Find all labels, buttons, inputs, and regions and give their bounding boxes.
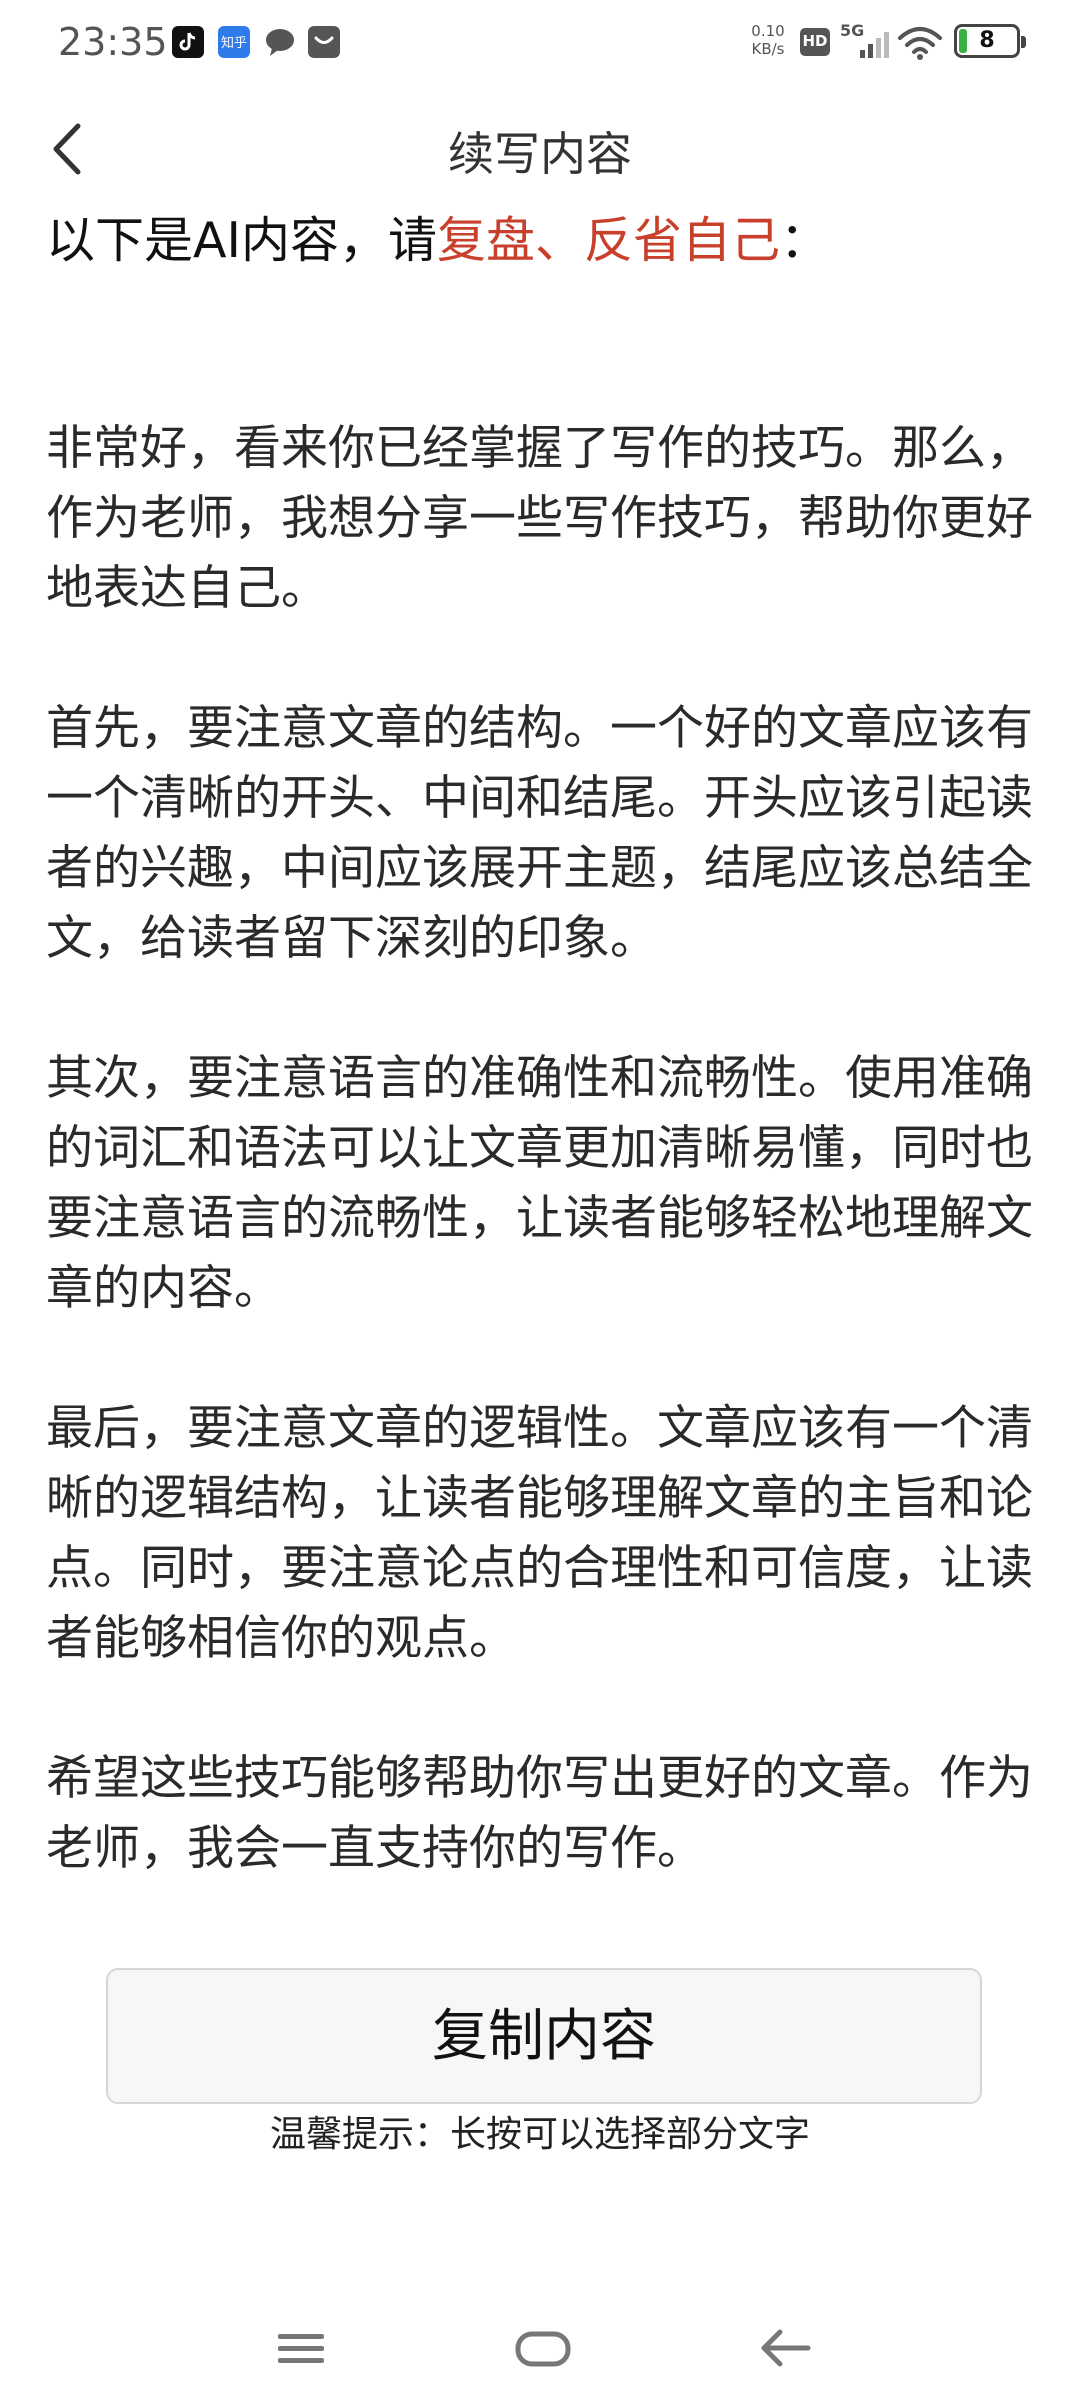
menu-icon (278, 2334, 324, 2363)
page-title: 续写内容 (448, 127, 632, 181)
content-paragraph-4: 最后，要注意文章的逻辑性。文章应该有一个清晰的逻辑结构，让读者能够理解文章的主旨… (46, 1401, 1033, 1666)
battery-level: 8 (979, 28, 995, 53)
top-bar: 续写内容 (0, 100, 1080, 210)
content-paragraph-3: 其次，要注意语言的准确性和流畅性。使用准确的词汇和语法可以让文章更加清晰易懂，同… (46, 1051, 1033, 1316)
hd-label: HD (802, 32, 828, 50)
system-back-button[interactable] (750, 2318, 820, 2378)
intro-suffix: ： (780, 212, 830, 269)
tip-text: 温馨提示：长按可以选择部分文字 (269, 2114, 810, 2155)
intro-highlight: 复盘、反省自己 (436, 212, 780, 269)
copy-content-button[interactable]: 复制内容 (106, 1968, 982, 2104)
net-speed-unit: KB/s (751, 40, 785, 58)
content-paragraph-5: 希望这些技巧能够帮助你写出更好的文章。作为老师，我会一直支持你的写作。 (46, 1751, 1033, 1876)
ai-content-text[interactable]: 非常好，看来你已经掌握了写作的技巧。那么，作为老师，我想分享一些写作技巧，帮助你… (46, 414, 1036, 1884)
zhihu-icon-label: 知乎 (220, 36, 247, 51)
wifi-icon (898, 26, 942, 60)
signal-icon: 5G (840, 22, 890, 62)
tiktok-icon (172, 26, 204, 58)
content-paragraph-1: 非常好，看来你已经掌握了写作的技巧。那么，作为老师，我想分享一些写作技巧，帮助你… (46, 421, 1033, 616)
battery-icon: 8 (954, 24, 1026, 58)
mail-icon (308, 26, 340, 58)
content-paragraph-2: 首先，要注意文章的结构。一个好的文章应该有一个清晰的开头、中间和结尾。开头应该引… (46, 701, 1033, 966)
home-icon (515, 2331, 571, 2367)
status-time: 23:35 (58, 20, 168, 64)
home-button[interactable] (508, 2318, 578, 2378)
menu-button[interactable] (266, 2318, 336, 2378)
intro-line: 以下是AI内容，请复盘、反省自己： (46, 206, 1036, 276)
intro-prefix: 以下是AI内容，请 (46, 212, 437, 269)
net-speed-value: 0.10 (751, 22, 785, 40)
net-speed: 0.10 KB/s (740, 22, 796, 58)
chat-bubble-icon (264, 26, 296, 58)
status-bar: 23:35 知乎 0.10 KB/s HD 5G 8 (0, 0, 1080, 86)
back-arrow-icon (761, 2329, 811, 2367)
zhihu-icon: 知乎 (218, 26, 250, 58)
hd-icon: HD (800, 28, 830, 56)
navigation-bar (0, 2300, 1080, 2400)
